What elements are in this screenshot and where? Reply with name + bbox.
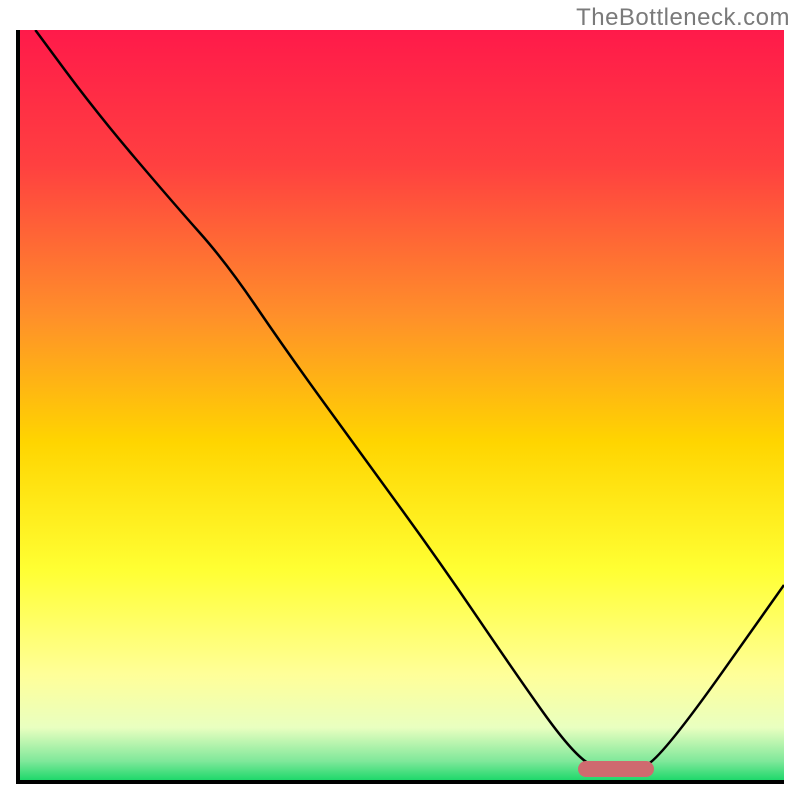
chart-container: TheBottleneck.com (0, 0, 800, 800)
optimal-range-marker (578, 761, 654, 777)
gradient-background (20, 30, 784, 780)
plot-area (20, 30, 784, 780)
watermark-text: TheBottleneck.com (576, 4, 790, 32)
